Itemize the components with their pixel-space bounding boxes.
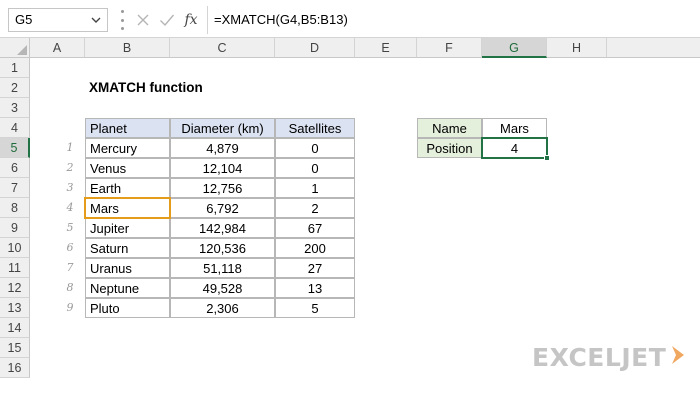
- name-box-value: G5: [15, 12, 33, 27]
- table-header-cell[interactable]: Satellites: [275, 118, 355, 138]
- active-cell-selection: [481, 137, 550, 161]
- row-header-11[interactable]: 11: [0, 258, 30, 278]
- column-header-e[interactable]: E: [355, 38, 417, 58]
- column-header-d[interactable]: D: [275, 38, 355, 58]
- planet-cell[interactable]: Saturn: [85, 238, 170, 258]
- planet-cell[interactable]: Pluto: [85, 298, 170, 318]
- row-header-2[interactable]: 2: [0, 78, 30, 98]
- diameter-cell[interactable]: 12,756: [170, 178, 275, 198]
- fill-handle[interactable]: [544, 155, 550, 161]
- row-header-9[interactable]: 9: [0, 218, 30, 238]
- row-header-8[interactable]: 8: [0, 198, 30, 218]
- column-header-f[interactable]: F: [417, 38, 482, 58]
- column-header-h[interactable]: H: [547, 38, 607, 58]
- enter-check-icon[interactable]: [156, 9, 178, 31]
- satellites-cell[interactable]: 1: [275, 178, 355, 198]
- row-index-label: 7: [66, 261, 74, 274]
- row-header-4[interactable]: 4: [0, 118, 30, 138]
- row-index-label: 8: [66, 281, 74, 294]
- row-index-label: 3: [66, 181, 74, 194]
- sheet-title[interactable]: XMATCH function: [85, 78, 285, 98]
- table-header-cell[interactable]: Planet: [85, 118, 170, 138]
- row-header-3[interactable]: 3: [0, 98, 30, 118]
- lookup-name-label[interactable]: Name: [417, 118, 482, 138]
- satellites-cell[interactable]: 2: [275, 198, 355, 218]
- name-box[interactable]: G5: [8, 8, 108, 32]
- diameter-cell[interactable]: 4,879: [170, 138, 275, 158]
- diameter-cell[interactable]: 6,792: [170, 198, 275, 218]
- logo-mark-icon: [670, 344, 686, 371]
- logo-text: EXCELJET: [532, 342, 667, 372]
- row-header-16[interactable]: 16: [0, 358, 30, 378]
- row-header-5[interactable]: 5: [0, 138, 30, 158]
- insert-function-icon[interactable]: fx: [180, 9, 202, 31]
- select-all-button[interactable]: [0, 38, 30, 58]
- column-header-filler: [607, 38, 700, 58]
- row-header-10[interactable]: 10: [0, 238, 30, 258]
- row-header-7[interactable]: 7: [0, 178, 30, 198]
- row-index-label: 2: [66, 161, 74, 174]
- cancel-icon[interactable]: [132, 9, 154, 31]
- diameter-cell[interactable]: 142,984: [170, 218, 275, 238]
- column-header-c[interactable]: C: [170, 38, 275, 58]
- planet-cell[interactable]: Neptune: [85, 278, 170, 298]
- row-header-15[interactable]: 15: [0, 338, 30, 358]
- planet-cell[interactable]: Jupiter: [85, 218, 170, 238]
- planet-cell[interactable]: Uranus: [85, 258, 170, 278]
- formula-bar-divider: [207, 6, 208, 34]
- column-header-g[interactable]: G: [482, 38, 547, 58]
- chevron-down-icon[interactable]: [89, 9, 103, 31]
- row-header-12[interactable]: 12: [0, 278, 30, 298]
- row-index-label: 9: [66, 301, 74, 314]
- planet-cell[interactable]: Mercury: [85, 138, 170, 158]
- row-index-label: 5: [66, 221, 74, 234]
- satellites-cell[interactable]: 27: [275, 258, 355, 278]
- exceljet-logo: EXCELJET: [532, 342, 686, 372]
- diameter-cell[interactable]: 49,528: [170, 278, 275, 298]
- column-header-b[interactable]: B: [85, 38, 170, 58]
- row-header-6[interactable]: 6: [0, 158, 30, 178]
- satellites-cell[interactable]: 5: [275, 298, 355, 318]
- table-header-cell[interactable]: Diameter (km): [170, 118, 275, 138]
- planet-cell[interactable]: Earth: [85, 178, 170, 198]
- diameter-cell[interactable]: 51,118: [170, 258, 275, 278]
- formula-bar-grip: [121, 10, 124, 30]
- satellites-cell[interactable]: 200: [275, 238, 355, 258]
- diameter-cell[interactable]: 2,306: [170, 298, 275, 318]
- satellites-cell[interactable]: 67: [275, 218, 355, 238]
- row-index-label: 1: [66, 141, 74, 154]
- column-header-a[interactable]: A: [30, 38, 85, 58]
- formula-input[interactable]: =XMATCH(G4,B5:B13): [214, 8, 348, 32]
- diameter-cell[interactable]: 12,104: [170, 158, 275, 178]
- lookup-name-value[interactable]: Mars: [482, 118, 547, 138]
- satellites-cell[interactable]: 13: [275, 278, 355, 298]
- satellites-cell[interactable]: 0: [275, 138, 355, 158]
- satellites-cell[interactable]: 0: [275, 158, 355, 178]
- row-header-14[interactable]: 14: [0, 318, 30, 338]
- formula-bar: G5 fx =XMATCH(G4,B5:B13): [0, 0, 700, 38]
- planet-cell[interactable]: Venus: [85, 158, 170, 178]
- row-header-1[interactable]: 1: [0, 58, 30, 78]
- row-index-label: 4: [66, 201, 74, 214]
- row-header-13[interactable]: 13: [0, 298, 30, 318]
- match-highlight: [84, 197, 171, 219]
- row-index-label: 6: [66, 241, 74, 254]
- diameter-cell[interactable]: 120,536: [170, 238, 275, 258]
- lookup-position-label[interactable]: Position: [417, 138, 482, 158]
